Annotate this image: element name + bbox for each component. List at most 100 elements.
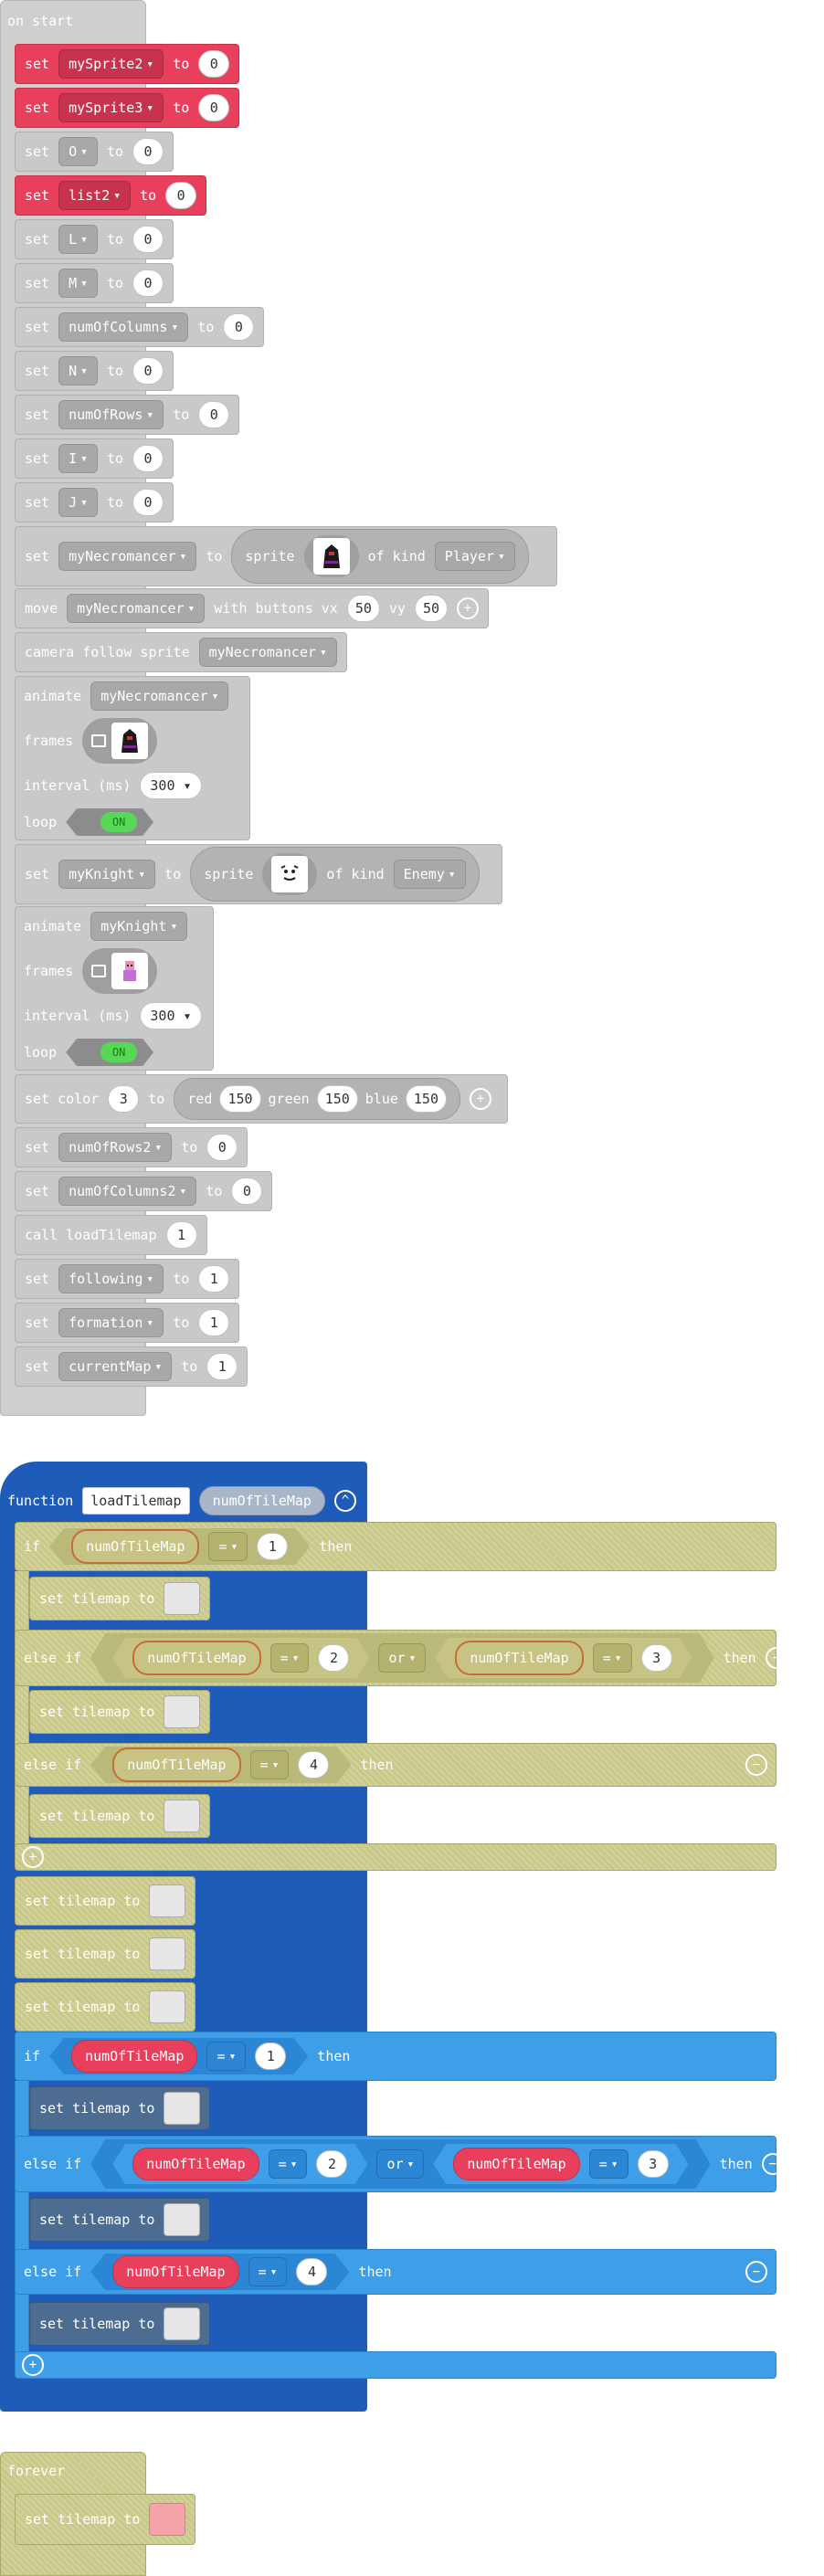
camera-follow-block[interactable]: camera follow sprite myNecromancer	[15, 632, 347, 672]
operator-dropdown[interactable]: =	[206, 2042, 246, 2071]
value-input[interactable]: 0	[223, 313, 255, 341]
set-tilemap-block[interactable]: set tilemap to	[29, 2198, 211, 2242]
set-tilemap-block[interactable]: set tilemap to	[15, 1876, 196, 1926]
interval-dropdown[interactable]: 300 ▾	[140, 1002, 202, 1029]
param-reporter[interactable]: numOfTileMap	[112, 1747, 240, 1782]
var-dropdown[interactable]: numOfColumns	[58, 312, 189, 342]
loop-toggle[interactable]: ON	[66, 1039, 153, 1066]
var-dropdown[interactable]: mySprite2	[58, 49, 164, 79]
var-dropdown[interactable]: myKnight	[58, 860, 156, 889]
value-input[interactable]: 1	[206, 1353, 238, 1380]
var-dropdown[interactable]: numOfRows2	[58, 1133, 173, 1162]
operator-dropdown[interactable]: =	[269, 2149, 308, 2179]
or-hex[interactable]: numOfTileMap = 2 or numOfTileMap = 3	[90, 1633, 713, 1683]
set-numofrows-block[interactable]: set numOfRows to 0	[15, 395, 240, 435]
set-l-block[interactable]: set L to 0	[15, 219, 174, 259]
var-dropdown[interactable]: formation	[58, 1308, 164, 1337]
minus-circle-icon[interactable]: −	[745, 1754, 767, 1776]
tilemap-slot[interactable]	[149, 1990, 186, 2023]
vy-input[interactable]: 50	[414, 595, 449, 622]
set-tilemap-block[interactable]: set tilemap to	[29, 2302, 211, 2346]
var-dropdown[interactable]: J	[58, 488, 98, 517]
param-reporter[interactable]: numOfTileMap	[112, 2255, 238, 2288]
param-reporter[interactable]: numOfTileMap	[453, 2148, 579, 2180]
set-list2-block[interactable]: set list2 to 0	[15, 175, 207, 216]
vx-input[interactable]: 50	[346, 595, 380, 622]
kind-dropdown[interactable]: Enemy	[393, 860, 466, 889]
var-dropdown[interactable]: list2	[58, 181, 132, 210]
set-following-block[interactable]: set following to 1	[15, 1259, 240, 1299]
set-tilemap-block[interactable]: set tilemap to	[15, 1982, 196, 2032]
sprite-dropdown[interactable]: myKnight	[90, 912, 188, 941]
set-currentmap-block[interactable]: set currentMap to 1	[15, 1346, 248, 1387]
param-reporter[interactable]: numOfTileMap	[71, 1529, 199, 1564]
value-input[interactable]: 0	[198, 401, 230, 428]
tilemap-slot[interactable]	[164, 2092, 201, 2125]
kind-dropdown[interactable]: Player	[434, 542, 515, 571]
set-o-block[interactable]: set O to 0	[15, 132, 174, 172]
comparison-hex[interactable]: numOfTileMap = 2	[112, 1638, 369, 1678]
comparison-hex[interactable]: numOfTileMap = 1	[49, 1528, 310, 1565]
var-dropdown[interactable]: numOfRows	[58, 400, 164, 429]
call-arg-input[interactable]: 1	[165, 1221, 197, 1249]
function-name-input[interactable]: loadTilemap	[82, 1487, 190, 1515]
comparison-hex[interactable]: numOfTileMap = 3	[435, 1638, 692, 1678]
value-input[interactable]: 0	[198, 94, 230, 121]
comparison-hex[interactable]: numOfTileMap = 4	[90, 2254, 349, 2290]
plus-circle-icon[interactable]: +	[457, 597, 480, 619]
operator-dropdown[interactable]: =	[593, 1643, 632, 1673]
call-loadtilemap-block[interactable]: call loadTilemap 1	[15, 1215, 207, 1255]
comparison-hex[interactable]: numOfTileMap = 3	[433, 2144, 688, 2184]
operator-dropdown[interactable]: =	[589, 2149, 629, 2179]
value-input[interactable]: 2	[316, 2150, 347, 2178]
value-input[interactable]: 3	[641, 1644, 672, 1672]
set-n-block[interactable]: set N to 0	[15, 351, 174, 391]
or-hex[interactable]: numOfTileMap = 2 or numOfTileMap = 3	[90, 2139, 710, 2189]
set-color-block[interactable]: set color 3 to red 150 green 150 blue 15…	[15, 1074, 508, 1124]
var-dropdown[interactable]: mySprite3	[58, 93, 164, 122]
comparison-hex[interactable]: numOfTileMap = 4	[90, 1747, 351, 1783]
var-dropdown[interactable]: N	[58, 356, 98, 385]
var-dropdown[interactable]: following	[58, 1264, 164, 1293]
plus-circle-icon[interactable]: +	[470, 1088, 491, 1110]
set-j-block[interactable]: set J to 0	[15, 482, 174, 523]
var-dropdown[interactable]: currentMap	[58, 1352, 173, 1381]
set-myknight-sprite-block[interactable]: set myKnight to sprite of kind Enemy	[15, 844, 502, 904]
sprite-image-picker[interactable]	[303, 535, 359, 577]
plus-circle-icon[interactable]: +	[22, 2354, 44, 2376]
var-dropdown[interactable]: myNecromancer	[58, 542, 197, 571]
minus-circle-icon[interactable]: −	[745, 2261, 767, 2283]
tilemap-slot[interactable]	[164, 1800, 201, 1832]
tilemap-slot[interactable]	[164, 1695, 201, 1728]
set-numofcolumns-block[interactable]: set numOfColumns to 0	[15, 307, 265, 347]
sprite-of-kind-reporter[interactable]: sprite of kind Enemy	[190, 847, 480, 902]
tilemap-slot[interactable]	[164, 2307, 201, 2340]
var-dropdown[interactable]: O	[58, 137, 98, 166]
frames-picker[interactable]	[82, 718, 158, 764]
var-dropdown[interactable]: numOfColumns2	[58, 1177, 197, 1206]
set-tilemap-block[interactable]: set tilemap to	[29, 1794, 211, 1838]
or-dropdown[interactable]: or	[376, 2149, 424, 2179]
plus-circle-icon[interactable]: +	[22, 1846, 44, 1868]
green-input[interactable]: 150	[316, 1085, 358, 1113]
value-input[interactable]: 1	[255, 2043, 286, 2070]
red-input[interactable]: 150	[219, 1085, 261, 1113]
value-input[interactable]: 0	[132, 357, 164, 385]
param-reporter[interactable]: numOfTileMap	[71, 2040, 197, 2073]
minus-circle-icon[interactable]: −	[761, 2153, 784, 2175]
value-input[interactable]: 0	[198, 50, 230, 78]
var-dropdown[interactable]: L	[58, 225, 98, 254]
var-dropdown[interactable]: I	[58, 444, 98, 473]
frames-picker[interactable]	[82, 948, 158, 994]
tilemap-slot[interactable]	[149, 1937, 186, 1970]
value-input[interactable]: 0	[165, 182, 197, 209]
set-mysprite3-block[interactable]: set mySprite3 to 0	[15, 88, 240, 128]
comparison-hex[interactable]: numOfTileMap = 2	[112, 2144, 367, 2184]
operator-dropdown[interactable]: =	[270, 1643, 310, 1673]
value-input[interactable]: 0	[132, 489, 164, 516]
value-input[interactable]: 0	[206, 1134, 238, 1161]
operator-dropdown[interactable]: =	[250, 1750, 290, 1779]
value-input[interactable]: 1	[198, 1309, 230, 1336]
tilemap-slot[interactable]	[149, 1884, 186, 1917]
color-index-input[interactable]: 3	[108, 1085, 140, 1113]
